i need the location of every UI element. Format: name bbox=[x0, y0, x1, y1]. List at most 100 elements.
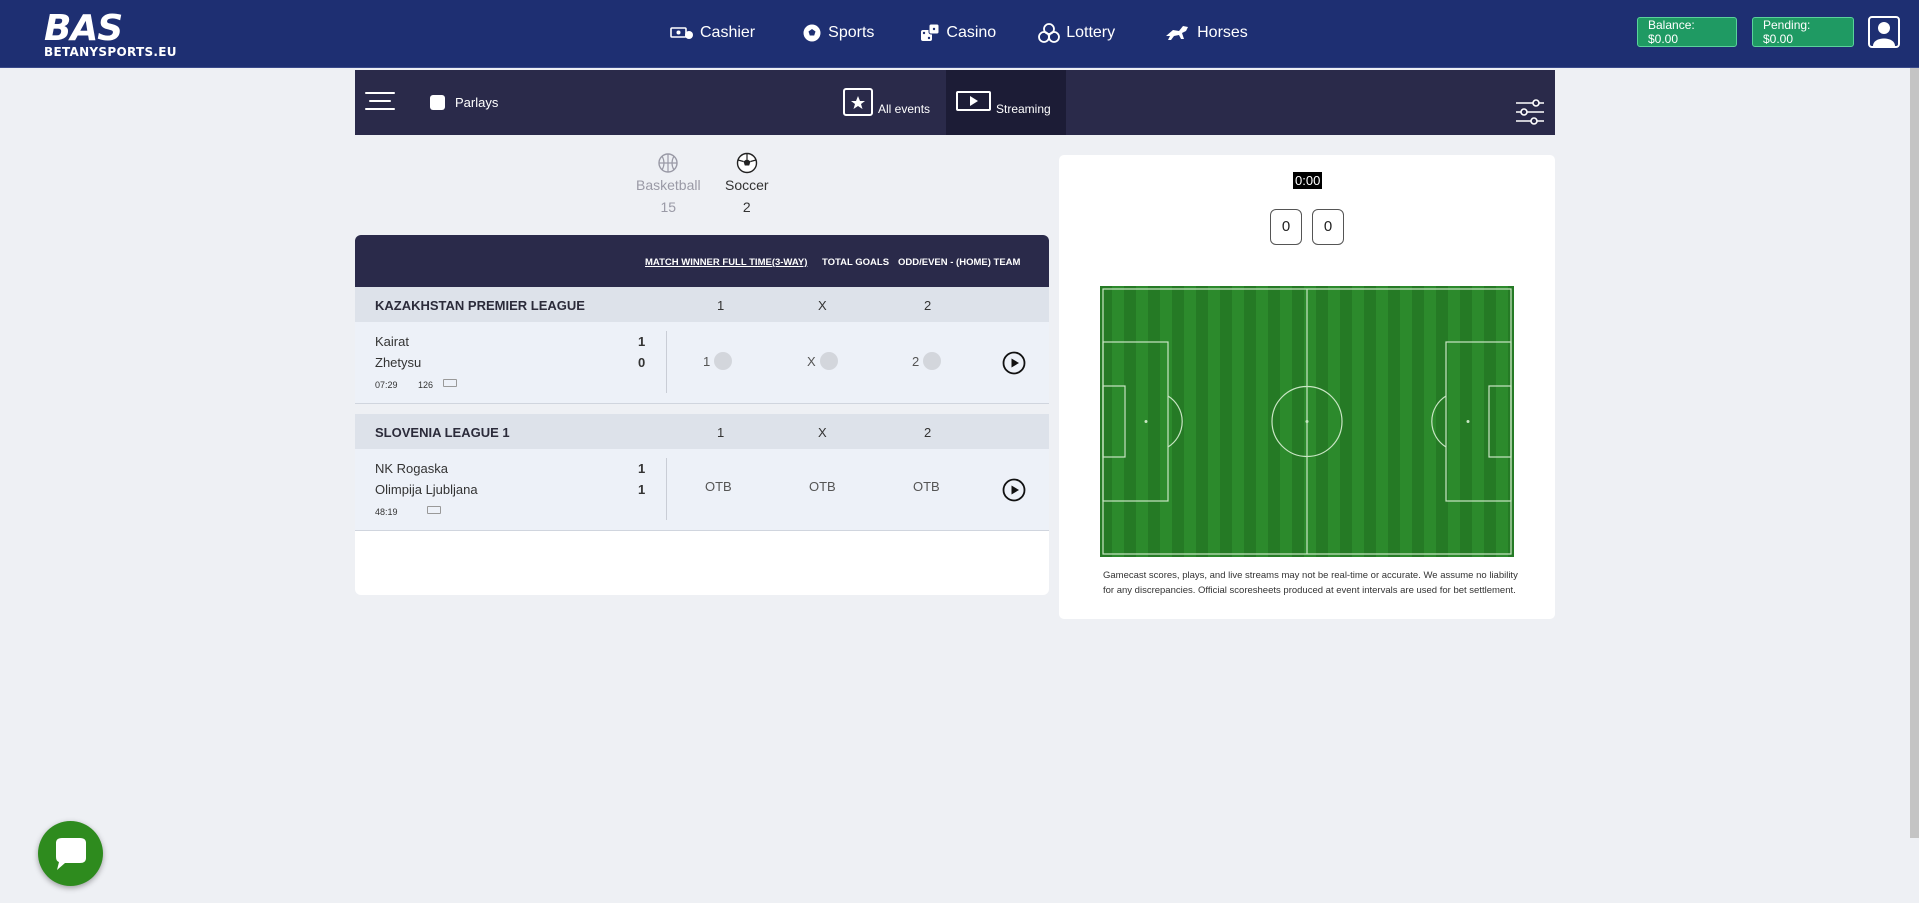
tab-all-events-label: All events bbox=[878, 102, 931, 116]
lock-icon bbox=[819, 352, 838, 370]
basketball-icon bbox=[658, 153, 678, 173]
cashier-icon bbox=[670, 27, 693, 39]
video-play-icon bbox=[956, 91, 991, 111]
play-circle-icon[interactable] bbox=[1002, 478, 1026, 502]
odds-away[interactable]: OTB bbox=[913, 479, 940, 494]
parlays-label: Parlays bbox=[455, 95, 499, 110]
game-row[interactable]: Kairat Zhetysu 1 0 07:29 126 1 X 2 bbox=[355, 322, 1049, 404]
column-home: 1 bbox=[717, 298, 725, 313]
gamecast-away-score: 0 bbox=[1312, 209, 1344, 245]
market-header: MATCH WINNER FULL TIME(3-WAY) TOTAL GOAL… bbox=[355, 235, 1049, 287]
pending-button[interactable]: Pending: $0.00 bbox=[1752, 17, 1854, 47]
game-row[interactable]: NK Rogaska Olimpija Ljubljana 1 1 48:19 … bbox=[355, 449, 1049, 531]
league-header: KAZAKHSTAN PREMIER LEAGUE 1 X 2 bbox=[355, 287, 1049, 322]
lottery-balls-icon bbox=[1038, 23, 1061, 43]
nav-casino-label: Casino bbox=[946, 24, 997, 41]
column-away: 2 bbox=[924, 425, 932, 440]
menu-icon[interactable] bbox=[365, 92, 395, 112]
gamecast-disclaimer: Gamecast scores, plays, and live streams… bbox=[1103, 570, 1518, 596]
sport-basketball-label: Basketball bbox=[636, 177, 701, 193]
lock-icon bbox=[714, 352, 733, 370]
divider bbox=[666, 458, 667, 520]
sport-basketball-count: 15 bbox=[660, 199, 677, 215]
divider bbox=[666, 331, 667, 393]
odds-home[interactable]: 1 bbox=[703, 352, 733, 370]
soccer-ball-icon bbox=[736, 152, 757, 174]
market-total-goals[interactable]: TOTAL GOALS bbox=[822, 257, 889, 268]
scrollbar[interactable] bbox=[1910, 68, 1919, 838]
chat-bubble-icon bbox=[56, 838, 86, 870]
gamecast-home-score: 0 bbox=[1270, 209, 1302, 245]
balance-button[interactable]: Balance: $0.00 bbox=[1637, 17, 1737, 47]
gamecast-panel: 0:00 0 0 Gamecast scores, plays, and liv… bbox=[1059, 155, 1555, 619]
sport-basketball[interactable]: Basketball 15 bbox=[636, 152, 701, 215]
market-match-winner[interactable]: MATCH WINNER FULL TIME(3-WAY) bbox=[645, 257, 807, 268]
odds-draw[interactable]: OTB bbox=[809, 479, 836, 494]
tab-streaming-label: Streaming bbox=[996, 102, 1051, 116]
tv-icon bbox=[427, 506, 441, 514]
sports-toolbar: Parlays All events Streaming bbox=[355, 70, 1555, 135]
game-clock: 07:29 bbox=[375, 380, 398, 390]
odds-draw[interactable]: X bbox=[807, 352, 838, 370]
lock-icon bbox=[923, 352, 942, 370]
column-draw: X bbox=[818, 425, 827, 440]
logo-text: BETANYSPORTS.EU bbox=[44, 45, 177, 59]
odds-away[interactable]: 2 bbox=[912, 352, 942, 370]
horse-icon bbox=[1166, 26, 1189, 40]
league-header: SLOVENIA LEAGUE 1 1 X 2 bbox=[355, 414, 1049, 449]
nav-lottery[interactable]: Lottery bbox=[1038, 20, 1115, 46]
odds-away-label: OTB bbox=[913, 479, 940, 494]
nav-sports-label: Sports bbox=[828, 24, 875, 41]
away-score: 1 bbox=[638, 482, 646, 497]
tab-streaming[interactable]: Streaming bbox=[946, 70, 1066, 135]
odds-home[interactable]: OTB bbox=[705, 479, 732, 494]
nav-cashier[interactable]: Cashier bbox=[670, 20, 755, 46]
odds-draw-label: OTB bbox=[809, 479, 836, 494]
gamecast-time: 0:00 bbox=[1293, 172, 1323, 189]
tv-icon bbox=[443, 379, 457, 387]
play-circle-icon[interactable] bbox=[1002, 351, 1026, 375]
sport-soccer[interactable]: Soccer 2 bbox=[725, 152, 769, 215]
calendar-star-icon bbox=[843, 88, 873, 116]
away-team: Zhetysu bbox=[375, 355, 422, 370]
column-away: 2 bbox=[924, 298, 932, 313]
nav-lottery-label: Lottery bbox=[1066, 24, 1116, 41]
tab-all-events[interactable]: All events bbox=[843, 88, 930, 116]
soccer-pitch bbox=[1100, 286, 1514, 557]
league-name: SLOVENIA LEAGUE 1 bbox=[375, 425, 510, 440]
parlays-checkbox[interactable] bbox=[430, 95, 445, 110]
nav-casino[interactable]: Casino bbox=[920, 20, 996, 46]
market-odd-even[interactable]: ODD/EVEN - (HOME) TEAM bbox=[898, 257, 1020, 268]
home-score: 1 bbox=[638, 334, 646, 349]
away-team: Olimpija Ljubljana bbox=[375, 482, 478, 497]
user-avatar-icon[interactable] bbox=[1868, 16, 1900, 48]
home-team: NK Rogaska bbox=[375, 461, 448, 476]
home-score: 1 bbox=[638, 461, 646, 476]
filter-sliders-icon[interactable] bbox=[1515, 98, 1545, 126]
nav-cashier-label: Cashier bbox=[700, 24, 756, 41]
nav-sports[interactable]: Sports bbox=[802, 20, 874, 46]
nav-horses[interactable]: Horses bbox=[1163, 20, 1248, 46]
odds-away-label: 2 bbox=[912, 353, 920, 369]
soccer-ball-icon bbox=[803, 24, 821, 42]
top-navigation: BAS BETANYSPORTS.EU Cashier Sports Casin… bbox=[0, 0, 1919, 68]
column-home: 1 bbox=[717, 425, 725, 440]
live-events-panel: MATCH WINNER FULL TIME(3-WAY) TOTAL GOAL… bbox=[355, 235, 1049, 595]
chat-button[interactable] bbox=[38, 821, 103, 886]
main-menu: Cashier Sports Casino Lottery Horses bbox=[670, 20, 1248, 46]
site-logo[interactable]: BAS BETANYSPORTS.EU bbox=[44, 8, 177, 59]
parlays-toggle[interactable]: Parlays bbox=[430, 95, 498, 110]
home-team: Kairat bbox=[375, 334, 409, 349]
odds-draw-label: X bbox=[807, 353, 816, 369]
game-extra-markets[interactable]: 126 bbox=[418, 380, 433, 390]
nav-horses-label: Horses bbox=[1197, 24, 1248, 41]
game-clock: 48:19 bbox=[375, 507, 398, 517]
sport-soccer-count: 2 bbox=[742, 199, 751, 215]
away-score: 0 bbox=[638, 355, 646, 370]
odds-home-label: OTB bbox=[705, 479, 732, 494]
logo-mark: BAS bbox=[44, 8, 123, 49]
column-draw: X bbox=[818, 298, 827, 313]
dice-icon bbox=[921, 23, 940, 41]
league-name: KAZAKHSTAN PREMIER LEAGUE bbox=[375, 298, 585, 313]
odds-home-label: 1 bbox=[703, 353, 711, 369]
